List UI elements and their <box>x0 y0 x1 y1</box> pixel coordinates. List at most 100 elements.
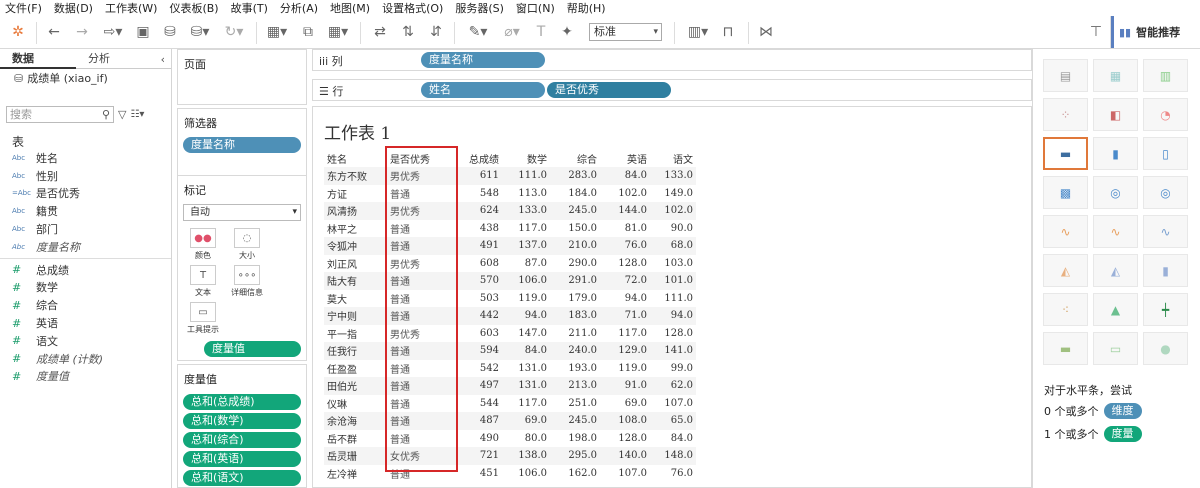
text-button[interactable]: T 文本 <box>183 264 223 298</box>
presentation-icon[interactable]: ⊓ <box>718 22 738 42</box>
rows-shelf[interactable]: ☰ 行 姓名 是否优秀 <box>312 79 1032 101</box>
menu-item[interactable]: 窗口(N) <box>511 0 562 16</box>
column-header[interactable]: 语文 <box>650 150 696 167</box>
chart-type-thumbnail[interactable]: ▯ <box>1143 137 1188 170</box>
field-item[interactable]: # 数学 <box>0 279 171 297</box>
field-item[interactable]: Abc 性别 <box>0 167 171 185</box>
datasource-menu-icon[interactable]: ⛁▾ <box>186 22 214 42</box>
field-item[interactable]: # 度量值 <box>0 368 171 386</box>
table-row[interactable]: 令狐冲 普通 491 137.0 210.0 76.0 68.0 <box>324 237 696 255</box>
filter-icon[interactable]: ▽ <box>118 108 126 121</box>
undo-icon[interactable]: ← <box>44 22 64 42</box>
detail-button[interactable]: ∘∘∘ 详细信息 <box>227 264 267 298</box>
format-painter-icon[interactable]: ⊤ <box>1086 22 1106 42</box>
chart-type-thumbnail[interactable]: ▮ <box>1093 137 1138 170</box>
table-row[interactable]: 风清扬 男优秀 624 133.0 245.0 144.0 102.0 <box>324 202 696 220</box>
table-row[interactable]: 陆大有 普通 570 106.0 291.0 72.0 101.0 <box>324 272 696 290</box>
labels-icon[interactable]: T <box>532 22 550 42</box>
chart-type-thumbnail[interactable]: ▩ <box>1043 176 1088 209</box>
table-row[interactable]: 方证 普通 548 113.0 184.0 102.0 149.0 <box>324 185 696 203</box>
field-item[interactable]: # 总成绩 <box>0 261 171 279</box>
size-button[interactable]: ◌ 大小 <box>227 227 267 261</box>
chart-type-thumbnail[interactable]: ▮ <box>1143 254 1188 287</box>
highlight-icon[interactable]: ✎▾ <box>464 22 492 42</box>
menu-item[interactable]: 服务器(S) <box>450 0 511 16</box>
table-row[interactable]: 岳不群 普通 490 80.0 198.0 128.0 84.0 <box>324 430 696 448</box>
redo-icon[interactable]: → <box>72 22 92 42</box>
refresh-icon[interactable]: ↻▾ <box>220 22 248 42</box>
present-icon[interactable]: ⇨▾ <box>98 22 128 42</box>
field-item[interactable]: Abc 籍贯 <box>0 202 171 220</box>
collapse-icon[interactable]: ‹ <box>161 53 165 66</box>
chart-type-thumbnail[interactable]: ◧ <box>1093 98 1138 131</box>
table-row[interactable]: 任盈盈 普通 542 131.0 193.0 119.0 99.0 <box>324 360 696 378</box>
chart-type-thumbnail[interactable]: ▦ <box>1093 59 1138 92</box>
table-row[interactable]: 岳灵珊 女优秀 721 138.0 295.0 140.0 148.0 <box>324 447 696 465</box>
menu-item[interactable]: 仪表板(B) <box>164 0 225 16</box>
chart-type-thumbnail[interactable]: ◔ <box>1143 98 1188 131</box>
chart-type-thumbnail[interactable]: ∿ <box>1143 215 1188 248</box>
save-icon[interactable]: ▣ <box>134 22 152 42</box>
pages-card[interactable]: 页面 <box>177 49 307 105</box>
rows-pill-name[interactable]: 姓名 <box>421 82 545 98</box>
tab-analysis[interactable]: 分析 <box>76 49 152 69</box>
mark-type-select[interactable]: 自动 <box>183 204 301 221</box>
datasource-item[interactable]: ⛁ 成绩单 (xiao_if) <box>0 69 171 89</box>
sort-desc-icon[interactable]: ⇵ <box>426 22 446 42</box>
table-row[interactable]: 莫大 普通 503 119.0 179.0 94.0 111.0 <box>324 290 696 308</box>
field-item[interactable]: # 语文 <box>0 332 171 350</box>
chart-type-thumbnail[interactable]: ▤ <box>1043 59 1088 92</box>
share-icon[interactable]: ⋈ <box>756 22 776 42</box>
table-row[interactable]: 林平之 普通 438 117.0 150.0 81.0 90.0 <box>324 220 696 238</box>
new-datasource-icon[interactable]: ⛁ <box>160 22 180 42</box>
chart-type-thumbnail[interactable]: ┿ <box>1143 293 1188 326</box>
chart-type-thumbnail[interactable]: ● <box>1143 332 1188 365</box>
chart-type-thumbnail[interactable]: ⁖ <box>1043 293 1088 326</box>
marks-pill-measure-values[interactable]: 度量值 <box>204 341 301 357</box>
menu-item[interactable]: 帮助(H) <box>562 0 613 16</box>
field-item[interactable]: Abc 度量名称 <box>0 238 171 256</box>
show-cards-icon[interactable]: ▥▾ <box>684 22 712 42</box>
menu-item[interactable]: 设置格式(O) <box>377 0 450 16</box>
chart-type-thumbnail[interactable]: ∿ <box>1043 215 1088 248</box>
menu-item[interactable]: 工作表(W) <box>100 0 164 16</box>
table-row[interactable]: 田伯光 普通 497 131.0 213.0 91.0 62.0 <box>324 377 696 395</box>
column-header[interactable]: 数学 <box>502 150 550 167</box>
group-icon[interactable]: ⌀▾ <box>498 22 526 42</box>
fit-select[interactable]: 标准 <box>589 23 662 41</box>
view-options-icon[interactable]: ☷▾ <box>130 109 144 120</box>
chart-type-thumbnail[interactable]: ▲ <box>1093 293 1138 326</box>
columns-shelf[interactable]: iii 列 度量名称 <box>312 49 1032 71</box>
field-item[interactable]: # 成绩单 (计数) <box>0 350 171 368</box>
color-button[interactable]: ●● 颜色 <box>183 227 223 261</box>
menu-item[interactable]: 数据(D) <box>49 0 100 16</box>
measure-value-pill[interactable]: 总和(数学) <box>183 413 301 429</box>
field-item[interactable]: =Abc 是否优秀 <box>0 185 171 203</box>
chart-type-thumbnail[interactable]: ◎ <box>1143 176 1188 209</box>
chart-type-thumbnail[interactable]: ◭ <box>1043 254 1088 287</box>
column-header[interactable]: 总成绩 <box>446 150 502 167</box>
chart-type-thumbnail[interactable]: ▬ <box>1043 332 1088 365</box>
table-row[interactable]: 余沧海 普通 487 69.0 245.0 108.0 65.0 <box>324 412 696 430</box>
field-item[interactable]: # 综合 <box>0 296 171 314</box>
new-sheet-icon[interactable]: ▦▾ <box>262 22 292 42</box>
chart-type-thumbnail[interactable]: ▭ <box>1093 332 1138 365</box>
chart-type-thumbnail[interactable]: ⁘ <box>1043 98 1088 131</box>
table-row[interactable]: 东方不败 男优秀 611 111.0 283.0 84.0 133.0 <box>324 167 696 185</box>
table-row[interactable]: 平一指 男优秀 603 147.0 211.0 117.0 128.0 <box>324 325 696 343</box>
measure-value-pill[interactable]: 总和(综合) <box>183 432 301 448</box>
field-item[interactable]: Abc 姓名 <box>0 149 171 167</box>
column-header[interactable]: 姓名 <box>324 150 384 167</box>
table-row[interactable]: 刘正风 男优秀 608 87.0 290.0 128.0 103.0 <box>324 255 696 273</box>
chart-type-thumbnail[interactable]: ◭ <box>1093 254 1138 287</box>
chart-type-thumbnail[interactable]: ▥ <box>1143 59 1188 92</box>
measure-value-pill[interactable]: 总和(英语) <box>183 451 301 467</box>
measure-value-pill[interactable]: 总和(总成绩) <box>183 394 301 410</box>
tooltip-button[interactable]: ▭ 工具提示 <box>183 301 223 335</box>
sort-asc-icon[interactable]: ⇅ <box>398 22 418 42</box>
filter-pill-measure-names[interactable]: 度量名称 <box>183 137 301 153</box>
table-row[interactable]: 任我行 普通 594 84.0 240.0 129.0 141.0 <box>324 342 696 360</box>
table-row[interactable]: 宁中则 普通 442 94.0 183.0 71.0 94.0 <box>324 307 696 325</box>
column-header[interactable]: 是否优秀 <box>384 150 446 167</box>
chart-type-thumbnail[interactable]: ∿ <box>1093 215 1138 248</box>
